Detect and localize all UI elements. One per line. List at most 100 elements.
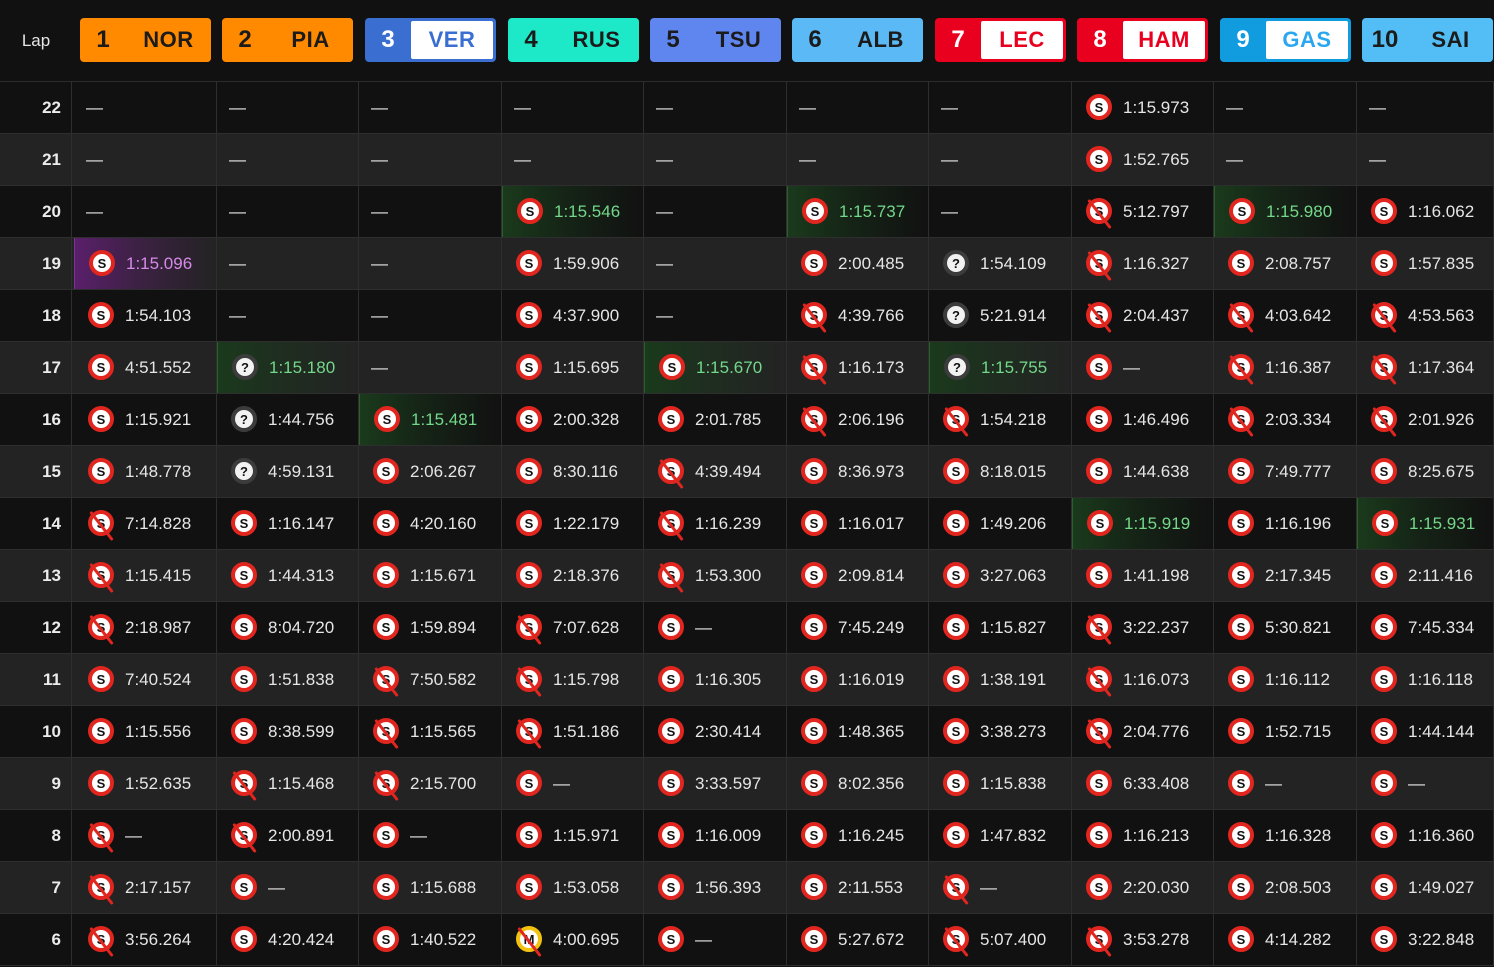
driver-badge-gas[interactable]: 9 GAS [1220, 18, 1351, 62]
lap-time-cell[interactable]: S 1:54.103 [74, 290, 217, 341]
lap-time-cell[interactable]: ? 1:44.756 [217, 394, 359, 445]
driver-badge-ham[interactable]: 8 HAM [1077, 18, 1208, 62]
lap-time-cell[interactable]: S 2:20.030 [1072, 862, 1214, 913]
lap-time-cell[interactable]: S 1:16.147 [217, 498, 359, 549]
lap-time-cell[interactable]: S 1:44.313 [217, 550, 359, 601]
lap-time-cell[interactable]: S 1:15.468 [217, 758, 359, 809]
lap-time-cell[interactable]: S— [1072, 342, 1214, 393]
lap-time-cell[interactable]: S 8:18.015 [929, 446, 1072, 497]
lap-time-cell[interactable]: S 1:59.894 [359, 602, 502, 653]
lap-time-cell[interactable]: S 1:53.300 [644, 550, 787, 601]
lap-time-cell[interactable]: S 4:39.766 [787, 290, 929, 341]
driver-badge-pia[interactable]: 2 PIA [222, 18, 353, 62]
lap-time-cell[interactable]: S 1:15.919 [1072, 498, 1214, 549]
lap-time-cell[interactable]: S 4:53.563 [1357, 290, 1494, 341]
lap-time-cell[interactable]: S 5:12.797 [1072, 186, 1214, 237]
lap-time-cell[interactable]: S 1:16.239 [644, 498, 787, 549]
lap-time-cell[interactable]: — [644, 238, 787, 289]
lap-time-cell[interactable]: — [644, 134, 787, 185]
lap-time-cell[interactable]: S 3:22.237 [1072, 602, 1214, 653]
lap-time-cell[interactable]: S 1:16.327 [1072, 238, 1214, 289]
lap-time-cell[interactable]: S 1:15.671 [359, 550, 502, 601]
lap-time-cell[interactable]: S 1:15.481 [359, 394, 502, 445]
lap-time-cell[interactable]: ? 5:21.914 [929, 290, 1072, 341]
lap-time-cell[interactable]: S 1:15.688 [359, 862, 502, 913]
lap-time-cell[interactable]: S 6:33.408 [1072, 758, 1214, 809]
lap-time-cell[interactable]: — [359, 82, 502, 133]
lap-time-cell[interactable]: S 2:00.891 [217, 810, 359, 861]
lap-time-cell[interactable]: S 3:27.063 [929, 550, 1072, 601]
lap-time-cell[interactable]: S 1:15.921 [74, 394, 217, 445]
lap-time-cell[interactable]: S 1:40.522 [359, 914, 502, 965]
lap-time-cell[interactable]: — [1357, 134, 1494, 185]
lap-time-cell[interactable]: S 1:53.058 [502, 862, 644, 913]
lap-time-cell[interactable]: S 1:16.360 [1357, 810, 1494, 861]
lap-time-cell[interactable]: — [359, 342, 502, 393]
lap-time-cell[interactable]: — [644, 82, 787, 133]
lap-time-cell[interactable]: — [787, 134, 929, 185]
lap-time-cell[interactable]: S 8:38.599 [217, 706, 359, 757]
driver-badge-sai[interactable]: 10 SAI [1362, 18, 1493, 62]
lap-time-cell[interactable]: S 4:03.642 [1214, 290, 1357, 341]
lap-time-cell[interactable]: S 1:15.798 [502, 654, 644, 705]
lap-time-cell[interactable]: S 1:52.635 [74, 758, 217, 809]
lap-time-cell[interactable]: S 1:16.062 [1357, 186, 1494, 237]
lap-time-cell[interactable]: S 2:30.414 [644, 706, 787, 757]
lap-time-cell[interactable]: S 2:06.267 [359, 446, 502, 497]
lap-time-cell[interactable]: S 1:22.179 [502, 498, 644, 549]
lap-time-cell[interactable]: S 2:11.416 [1357, 550, 1494, 601]
lap-time-cell[interactable]: S 3:38.273 [929, 706, 1072, 757]
driver-badge-alb[interactable]: 6 ALB [792, 18, 923, 62]
lap-time-cell[interactable]: S 1:15.556 [74, 706, 217, 757]
lap-time-cell[interactable]: S— [217, 862, 359, 913]
lap-time-cell[interactable]: S 1:16.196 [1214, 498, 1357, 549]
lap-time-cell[interactable]: S 1:16.213 [1072, 810, 1214, 861]
lap-time-cell[interactable]: S 2:08.503 [1214, 862, 1357, 913]
lap-time-cell[interactable]: S 1:44.144 [1357, 706, 1494, 757]
lap-time-cell[interactable]: S 1:16.017 [787, 498, 929, 549]
lap-time-cell[interactable]: S 1:16.118 [1357, 654, 1494, 705]
lap-time-cell[interactable]: S 1:51.186 [502, 706, 644, 757]
lap-time-cell[interactable]: S 7:14.828 [74, 498, 217, 549]
lap-time-cell[interactable]: S 1:54.218 [929, 394, 1072, 445]
lap-time-cell[interactable]: — [929, 186, 1072, 237]
lap-time-cell[interactable]: S 8:25.675 [1357, 446, 1494, 497]
lap-time-cell[interactable]: S 1:57.835 [1357, 238, 1494, 289]
lap-time-cell[interactable]: — [929, 134, 1072, 185]
lap-time-cell[interactable]: S 4:14.282 [1214, 914, 1357, 965]
lap-time-cell[interactable]: S 1:16.112 [1214, 654, 1357, 705]
driver-badge-ver[interactable]: 3 VER [365, 18, 496, 62]
lap-time-cell[interactable]: S 1:48.365 [787, 706, 929, 757]
lap-time-cell[interactable]: — [74, 82, 217, 133]
lap-time-cell[interactable]: S 1:16.019 [787, 654, 929, 705]
lap-time-cell[interactable]: S 5:27.672 [787, 914, 929, 965]
lap-time-cell[interactable]: S 7:45.249 [787, 602, 929, 653]
lap-time-cell[interactable]: S 1:16.009 [644, 810, 787, 861]
lap-time-cell[interactable]: — [787, 82, 929, 133]
lap-time-cell[interactable]: — [74, 134, 217, 185]
lap-time-cell[interactable]: — [217, 82, 359, 133]
lap-time-cell[interactable]: S— [644, 602, 787, 653]
lap-time-cell[interactable]: S 1:15.415 [74, 550, 217, 601]
lap-time-cell[interactable]: S 4:20.424 [217, 914, 359, 965]
lap-time-cell[interactable]: S 2:01.926 [1357, 394, 1494, 445]
lap-time-cell[interactable]: S 2:03.334 [1214, 394, 1357, 445]
lap-time-cell[interactable]: S 1:17.364 [1357, 342, 1494, 393]
lap-time-cell[interactable]: S— [74, 810, 217, 861]
lap-time-cell[interactable]: S 2:04.776 [1072, 706, 1214, 757]
lap-time-cell[interactable]: — [644, 186, 787, 237]
lap-time-cell[interactable]: S 1:56.393 [644, 862, 787, 913]
lap-time-cell[interactable]: — [217, 290, 359, 341]
lap-time-cell[interactable]: S 1:16.387 [1214, 342, 1357, 393]
lap-time-cell[interactable]: — [359, 134, 502, 185]
lap-time-cell[interactable]: S 7:49.777 [1214, 446, 1357, 497]
lap-time-cell[interactable]: S 1:15.971 [502, 810, 644, 861]
lap-time-cell[interactable]: S 1:16.245 [787, 810, 929, 861]
lap-time-cell[interactable]: S 1:15.695 [502, 342, 644, 393]
lap-time-cell[interactable]: S 1:47.832 [929, 810, 1072, 861]
lap-time-cell[interactable]: S 1:52.715 [1214, 706, 1357, 757]
lap-time-cell[interactable]: S 2:04.437 [1072, 290, 1214, 341]
lap-time-cell[interactable]: S— [929, 862, 1072, 913]
lap-time-cell[interactable]: S 4:37.900 [502, 290, 644, 341]
lap-time-cell[interactable]: S— [359, 810, 502, 861]
